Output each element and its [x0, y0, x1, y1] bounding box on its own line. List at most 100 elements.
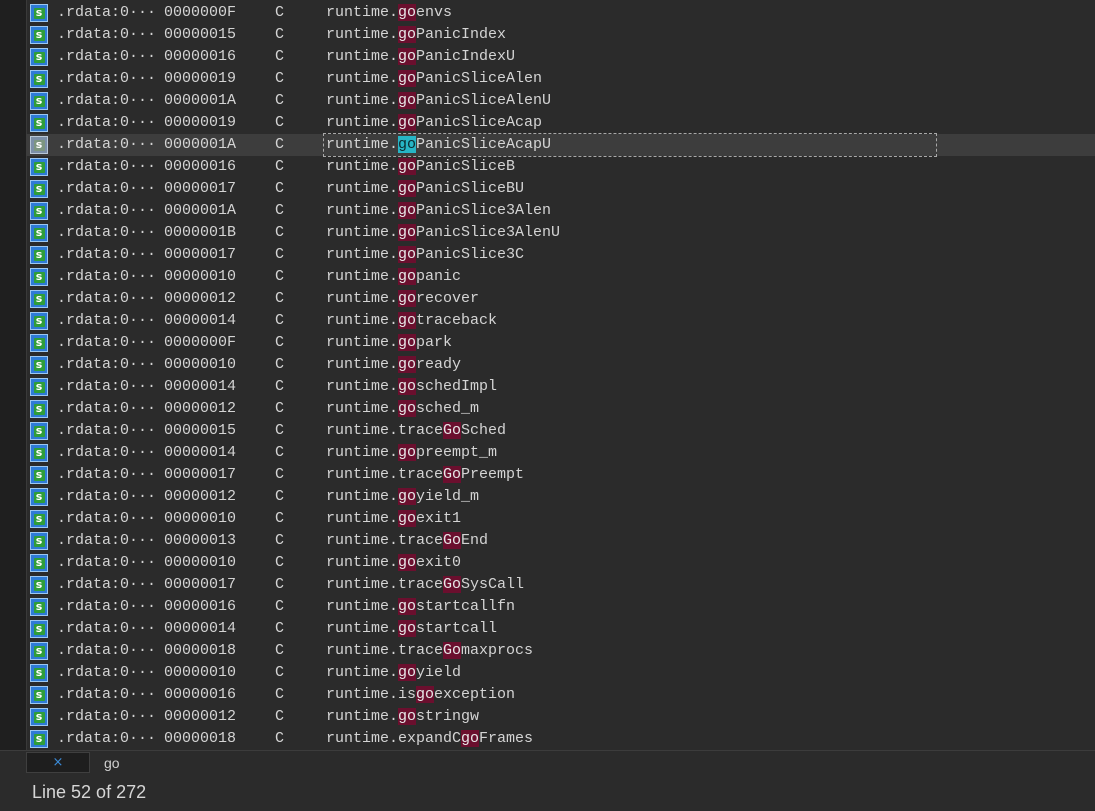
cell-type: C [275, 730, 285, 747]
string-prefix: runtime. [326, 510, 399, 527]
string-item-icon: s [30, 378, 48, 396]
table-row[interactable]: s .rdata:0··· 00000015 Cruntime.traceGoSche… [26, 420, 1095, 442]
cell-address: .rdata:0··· [57, 92, 157, 109]
table-row[interactable]: s .rdata:0··· 00000014 Cruntime.goschedImpl [26, 376, 1095, 398]
table-row[interactable]: s .rdata:0··· 00000015 Cruntime.goPanicInde… [26, 24, 1095, 46]
table-row[interactable]: s .rdata:0··· 00000012 Cruntime.gosched_m [26, 398, 1095, 420]
cell-string: runtime.goPanicSliceB [326, 156, 515, 178]
cell-address: .rdata:0··· [57, 312, 157, 329]
table-row[interactable]: s .rdata:0··· 00000012 Cruntime.gorecover [26, 288, 1095, 310]
search-match-highlight: go [398, 664, 417, 681]
string-item-icon: s [30, 708, 48, 726]
table-row[interactable]: s .rdata:0··· 00000010 Cruntime.goexit0 [26, 552, 1095, 574]
table-row[interactable]: s .rdata:0··· 00000018 Cruntime.traceGomaxp… [26, 640, 1095, 662]
string-item-icon: s [30, 48, 48, 66]
table-row[interactable]: s .rdata:0··· 00000013 Cruntime.traceGoEnd [26, 530, 1095, 552]
cell-address: .rdata:0··· [57, 202, 157, 219]
table-row[interactable]: s .rdata:0··· 00000010 Cruntime.goexit1 [26, 508, 1095, 530]
string-suffix: PanicSliceAlenU [416, 92, 552, 109]
table-row[interactable]: s .rdata:0··· 00000016 Cruntime.isgoexcepti… [26, 684, 1095, 706]
cell-length: 00000016 [164, 598, 237, 615]
table-row[interactable]: s .rdata:0··· 00000016 Cruntime.gostartcall… [26, 596, 1095, 618]
string-prefix: runtime.trace [326, 466, 444, 483]
string-item-icon-glyph: s [35, 72, 43, 85]
string-suffix: PanicSliceBU [416, 180, 525, 197]
table-row[interactable]: s .rdata:0··· 00000016 Cruntime.goPanicInde… [26, 46, 1095, 68]
string-suffix: SysCall [461, 576, 525, 593]
string-item-icon-glyph: s [35, 248, 43, 261]
cell-address: .rdata:0··· [57, 114, 157, 131]
cell-type: C [275, 598, 285, 615]
string-prefix: runtime.expandC [326, 730, 462, 747]
table-row[interactable]: s .rdata:0··· 0000001A Cruntime.goPanicSlic… [26, 200, 1095, 222]
cell-length: 00000010 [164, 356, 237, 373]
table-row[interactable]: s .rdata:0··· 00000012 Cruntime.goyield_m [26, 486, 1095, 508]
table-row[interactable]: s .rdata:0··· 00000017 Cruntime.goPanicSlic… [26, 178, 1095, 200]
status-line-count: Line 52 of 272 [32, 782, 147, 802]
string-suffix: PanicSliceAcapU [416, 136, 552, 153]
cell-type: C [275, 4, 285, 21]
string-item-icon: s [30, 92, 48, 110]
table-row[interactable]: s .rdata:0··· 00000014 Cruntime.gostartcall [26, 618, 1095, 640]
string-suffix: recover [416, 290, 480, 307]
table-row[interactable]: s .rdata:0··· 0000001A Cruntime.goPanicSlic… [26, 90, 1095, 112]
table-row[interactable]: s .rdata:0··· 00000019 Cruntime.goPanicSlic… [26, 112, 1095, 134]
search-match-highlight: go [398, 70, 417, 87]
string-suffix: PanicSliceAcap [416, 114, 543, 131]
cell-length: 0000000F [164, 334, 237, 351]
table-row[interactable]: s .rdata:0··· 00000017 Cruntime.goPanicSlic… [26, 244, 1095, 266]
table-row[interactable]: s .rdata:0··· 00000017 Cruntime.traceGoPree… [26, 464, 1095, 486]
search-match-highlight: go [398, 136, 417, 153]
string-prefix: runtime. [326, 70, 399, 87]
cell-length: 00000018 [164, 642, 237, 659]
cell-address: .rdata:0··· [57, 158, 157, 175]
table-row[interactable]: s .rdata:0··· 0000000F Cruntime.gopark [26, 332, 1095, 354]
string-item-icon: s [30, 642, 48, 660]
string-item-icon-glyph: s [35, 182, 43, 195]
table-row[interactable]: s .rdata:0··· 00000018 Cruntime.expandCgoFr… [26, 728, 1095, 750]
cell-length: 00000017 [164, 576, 237, 593]
table-row[interactable]: s .rdata:0··· 0000001A Cruntime.goPanicSlic… [26, 133, 1095, 157]
cell-address: .rdata:0··· [57, 510, 157, 527]
table-row[interactable]: s .rdata:0··· 0000000F Cruntime.goenvs [26, 2, 1095, 24]
strings-list[interactable]: s .rdata:0··· 0000000F Cruntime.goenvs s .rda… [0, 0, 1095, 750]
table-row[interactable]: s .rdata:0··· 00000017 Cruntime.traceGoSysC… [26, 574, 1095, 596]
table-row[interactable]: s .rdata:0··· 0000001B Cruntime.goPanicSlic… [26, 222, 1095, 244]
table-row[interactable]: s .rdata:0··· 00000016 Cruntime.goPanicSlic… [26, 156, 1095, 178]
cell-type: C [275, 70, 285, 87]
cell-string: runtime.isgoexception [326, 684, 515, 706]
cell-string: runtime.gopreempt_m [326, 442, 497, 464]
string-prefix: runtime. [326, 554, 399, 571]
string-suffix: PanicIndex [416, 26, 507, 43]
string-item-icon: s [30, 576, 48, 594]
cell-type: C [275, 356, 285, 373]
string-item-icon-glyph: s [35, 490, 43, 503]
cell-string: runtime.goenvs [326, 2, 452, 24]
table-row[interactable]: s .rdata:0··· 00000010 Cruntime.goready [26, 354, 1095, 376]
table-row[interactable]: s .rdata:0··· 00000010 Cruntime.gopanic [26, 266, 1095, 288]
cell-type: C [275, 400, 285, 417]
string-item-icon-glyph: s [35, 446, 43, 459]
cell-address: .rdata:0··· [57, 400, 157, 417]
string-item-icon-glyph: s [35, 710, 43, 723]
cell-length: 0000001A [164, 92, 237, 109]
string-item-icon: s [30, 532, 48, 550]
string-suffix: preempt_m [416, 444, 498, 461]
close-filter-button[interactable]: × [26, 752, 90, 773]
cell-string: runtime.goPanicSliceBU [326, 178, 524, 200]
cell-string: runtime.goPanicSlice3AlenU [326, 222, 560, 244]
string-item-icon: s [30, 290, 48, 308]
search-match-highlight: go [398, 510, 417, 527]
table-row[interactable]: s .rdata:0··· 00000012 Cruntime.gostringw [26, 706, 1095, 728]
filter-input[interactable]: go [104, 753, 120, 773]
table-row[interactable]: s .rdata:0··· 00000010 Cruntime.goyield [26, 662, 1095, 684]
table-row[interactable]: s .rdata:0··· 00000014 Cruntime.gotraceback [26, 310, 1095, 332]
table-row[interactable]: s .rdata:0··· 00000019 Cruntime.goPanicSlic… [26, 68, 1095, 90]
string-suffix: Frames [479, 730, 534, 747]
string-prefix: runtime.trace [326, 422, 444, 439]
search-match-highlight: go [398, 180, 417, 197]
cell-type: C [275, 664, 285, 681]
table-row[interactable]: s .rdata:0··· 00000014 Cruntime.gopreempt_m [26, 442, 1095, 464]
string-item-icon: s [30, 4, 48, 22]
string-prefix: runtime. [326, 356, 399, 373]
